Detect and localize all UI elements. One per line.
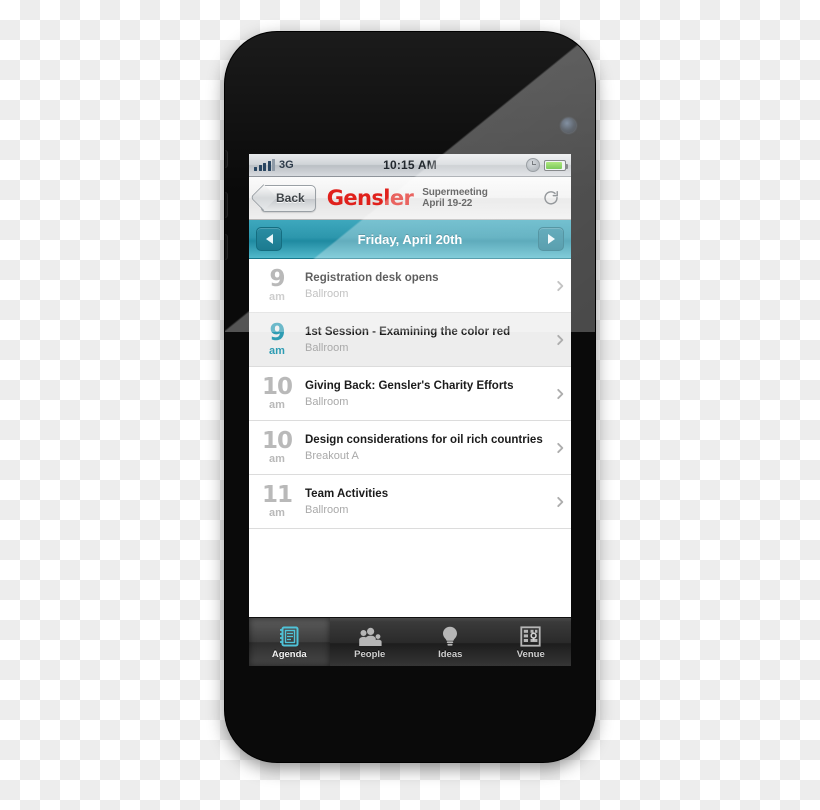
agenda-row-meridiem: am xyxy=(269,291,285,303)
phone-screen: 3G 10:15 AM Back Gensler Supermeeting Ap… xyxy=(249,154,571,666)
volume-up-button[interactable] xyxy=(225,192,228,218)
event-dates: April 19-22 xyxy=(422,198,473,209)
agenda-row-location: Ballroom xyxy=(305,503,349,516)
tab-label-ideas: Ideas xyxy=(438,648,463,660)
agenda-row-location: Ballroom xyxy=(305,287,349,300)
agenda-row-hour: 10 xyxy=(261,374,293,400)
agenda-row-hour: 9 xyxy=(269,320,285,346)
agenda-row-info: Team Activities Ballroom xyxy=(305,487,549,515)
chevron-right-icon xyxy=(549,387,571,401)
agenda-row-time: 11 am xyxy=(249,484,305,519)
tab-people[interactable]: People xyxy=(330,618,411,666)
tab-label-agenda: Agenda xyxy=(271,648,307,660)
agenda-row-meridiem: am xyxy=(269,399,285,411)
notebook-icon xyxy=(279,625,299,647)
tab-ideas[interactable]: Ideas xyxy=(410,618,491,666)
chevron-right-icon xyxy=(547,234,555,244)
current-date-label: Friday, April 20th xyxy=(357,231,463,247)
agenda-row[interactable]: 10 am Design considerations for oil rich… xyxy=(249,421,571,475)
agenda-row-info: Giving Back: Gensler's Charity Efforts B… xyxy=(305,379,549,407)
silent-switch[interactable] xyxy=(225,150,228,168)
agenda-row-title: Giving Back: Gensler's Charity Efforts xyxy=(305,380,514,393)
agenda-row[interactable]: 9 am Registration desk opens Ballroom xyxy=(249,259,571,313)
event-name: Supermeeting xyxy=(422,186,488,198)
status-bar-right-group xyxy=(526,158,568,172)
agenda-row-info: Design considerations for oil rich count… xyxy=(305,433,549,461)
tab-bar: Agenda People Ideas Venue xyxy=(249,617,571,666)
agenda-row-hour: 9 xyxy=(269,266,285,292)
agenda-row-time: 10 am xyxy=(249,430,305,465)
agenda-row-time: 9 am xyxy=(249,322,305,357)
event-meta: Supermeeting April 19-22 xyxy=(422,186,488,210)
agenda-row-hour: 10 xyxy=(261,428,293,454)
chevron-right-icon xyxy=(549,441,571,455)
lightbulb-icon xyxy=(441,625,459,647)
agenda-row-location: Ballroom xyxy=(305,395,349,408)
building-map-icon xyxy=(520,625,541,647)
agenda-row-title: Team Activities xyxy=(305,488,389,501)
agenda-row[interactable]: 10 am Giving Back: Gensler's Charity Eff… xyxy=(249,367,571,421)
brand-logo: Gensler xyxy=(326,186,414,210)
chevron-right-icon xyxy=(549,333,571,347)
agenda-row-location: Breakout A xyxy=(305,449,359,462)
nav-bar: Back Gensler Supermeeting April 19-22 xyxy=(249,177,571,220)
agenda-row-meridiem: am xyxy=(269,453,285,465)
next-day-button[interactable] xyxy=(538,227,564,251)
agenda-row-time: 10 am xyxy=(249,376,305,411)
agenda-row-meridiem: am xyxy=(269,345,285,357)
date-navigation-bar: Friday, April 20th xyxy=(249,220,571,259)
agenda-list[interactable]: 9 am Registration desk opens Ballroom 9 … xyxy=(249,259,571,529)
refresh-icon[interactable] xyxy=(542,189,560,207)
previous-day-button[interactable] xyxy=(256,227,282,251)
battery-icon xyxy=(544,159,568,171)
agenda-row[interactable]: 9 am 1st Session - Examining the color r… xyxy=(249,313,571,367)
agenda-row-title: Design considerations for oil rich count… xyxy=(305,434,543,447)
agenda-row-location: Ballroom xyxy=(305,341,349,354)
tab-label-venue: Venue xyxy=(516,648,545,660)
agenda-row-meridiem: am xyxy=(269,507,285,519)
tab-label-people: People xyxy=(354,648,386,660)
tab-agenda[interactable]: Agenda xyxy=(249,618,330,666)
chevron-left-icon xyxy=(265,234,273,244)
agenda-row-title: Registration desk opens xyxy=(305,272,439,285)
chevron-right-icon xyxy=(549,279,571,293)
status-bar-clock: 10:15 AM xyxy=(383,158,437,172)
agenda-row-info: 1st Session - Examining the color red Ba… xyxy=(305,325,549,353)
front-camera-icon xyxy=(561,118,576,133)
chevron-right-icon xyxy=(549,495,571,509)
back-button[interactable]: Back xyxy=(261,184,316,212)
agenda-row-info: Registration desk opens Ballroom xyxy=(305,271,549,299)
volume-down-button[interactable] xyxy=(225,234,228,260)
agenda-row-hour: 11 xyxy=(261,482,293,508)
agenda-row-time: 9 am xyxy=(249,268,305,303)
alarm-clock-icon xyxy=(526,158,540,172)
people-icon xyxy=(358,625,382,647)
status-bar: 3G 10:15 AM xyxy=(249,154,571,177)
agenda-row[interactable]: 11 am Team Activities Ballroom xyxy=(249,475,571,529)
tab-venue[interactable]: Venue xyxy=(491,618,572,666)
agenda-row-title: 1st Session - Examining the color red xyxy=(305,326,511,339)
iphone-device: 3G 10:15 AM Back Gensler Supermeeting Ap… xyxy=(225,32,595,762)
